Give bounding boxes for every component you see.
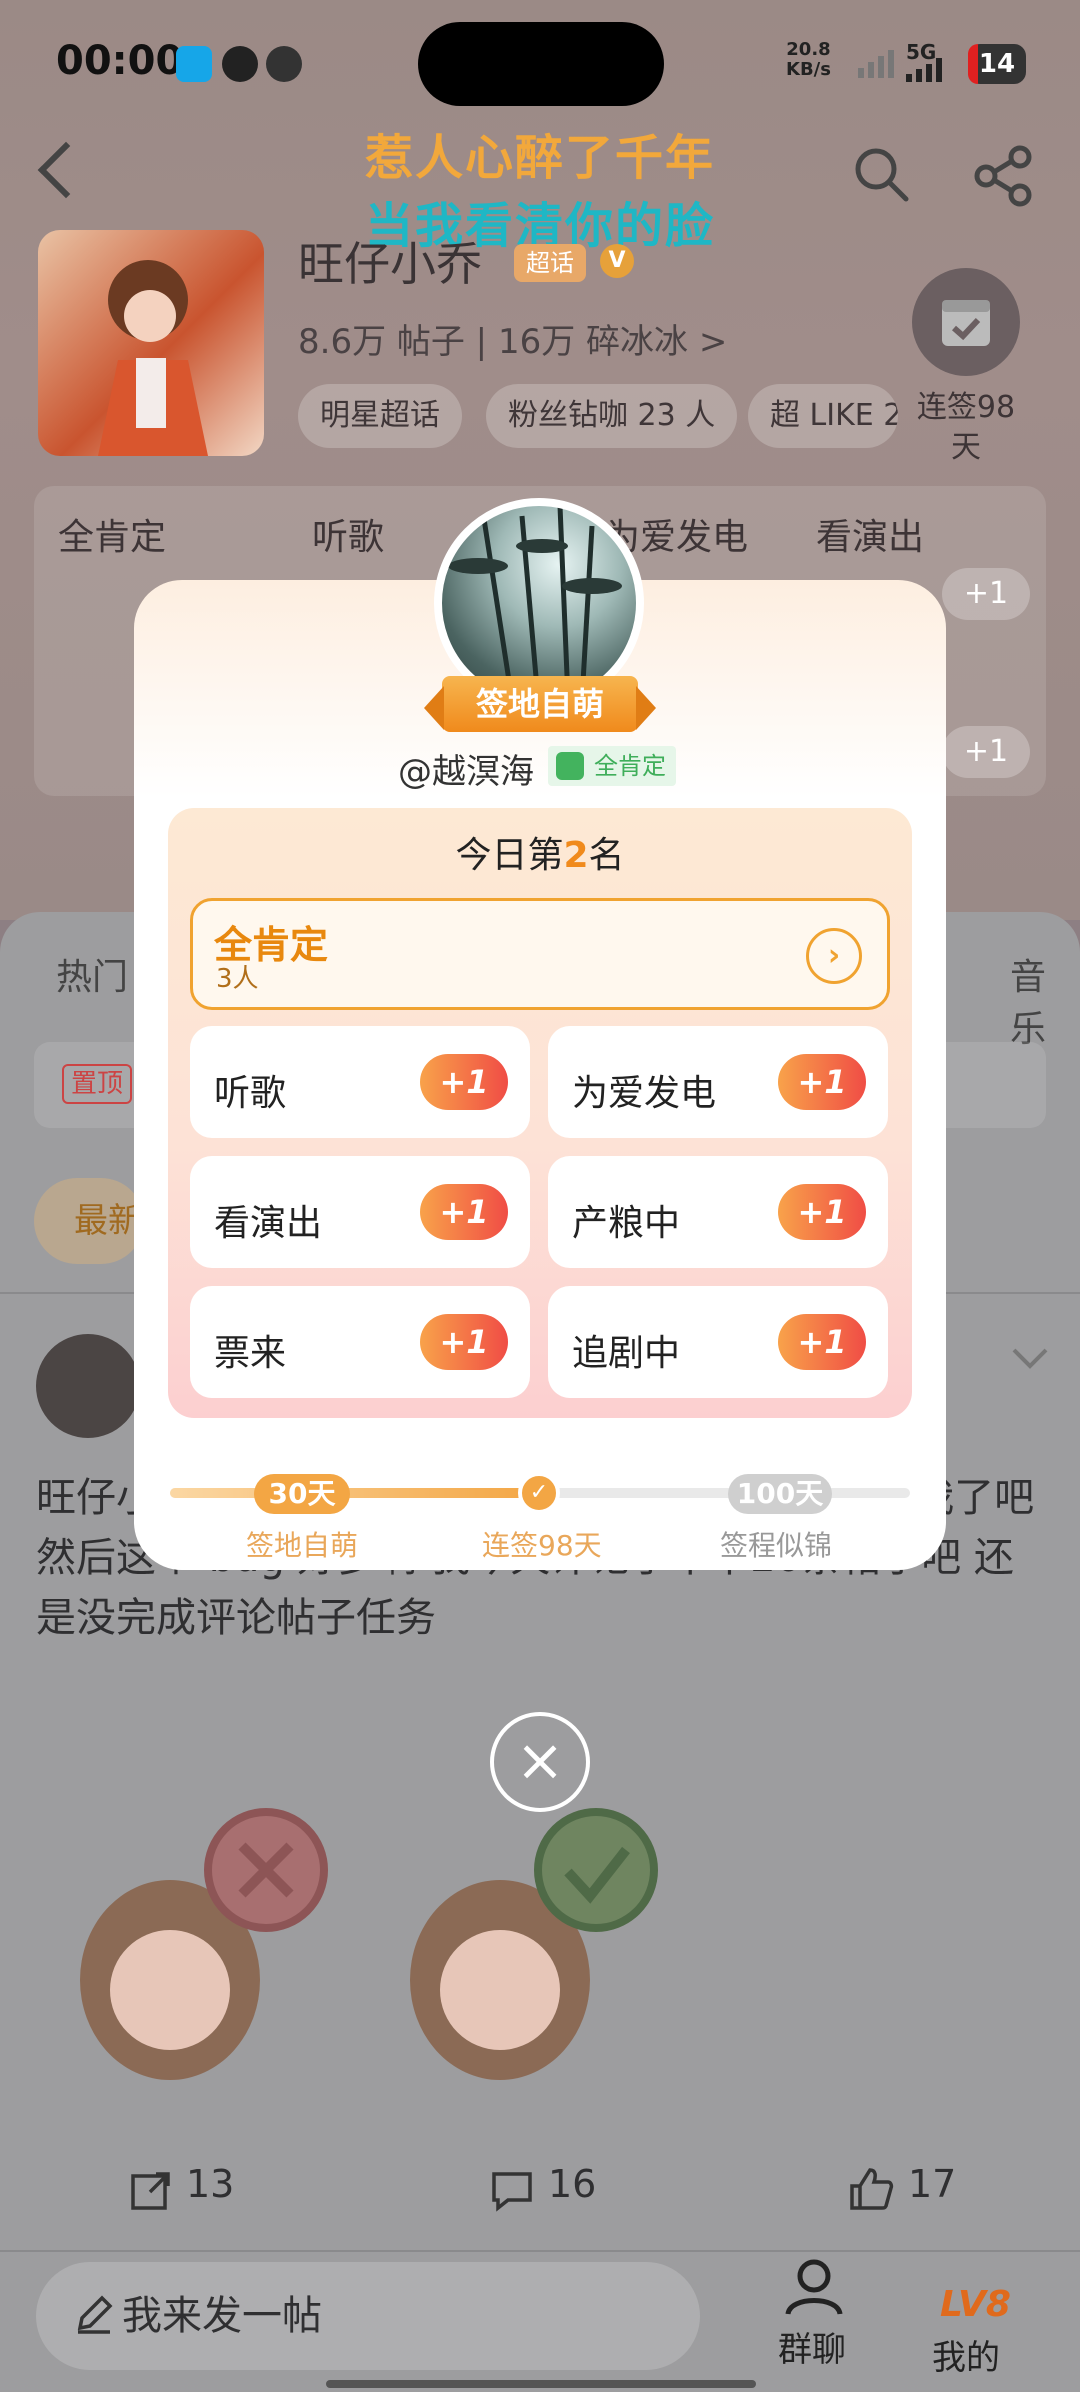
chip-star-topic[interactable]: 明星超话 [298, 384, 462, 448]
tab-hot[interactable]: 热门 [56, 948, 128, 1000]
pencil-icon [77, 2295, 113, 2334]
chevron-right-icon[interactable]: › [806, 928, 862, 984]
comment-count: 16 [548, 2162, 597, 2206]
chevron-down-icon[interactable] [1010, 1344, 1050, 1374]
plus-one-button[interactable]: +1 [420, 1054, 508, 1110]
sign-in-button[interactable] [912, 268, 1020, 376]
like-count: 17 [908, 2162, 957, 2206]
network-speed: 20.8 KB/s [786, 39, 831, 80]
post-sticker-image[interactable] [380, 1780, 680, 2120]
app-notification-icon [176, 46, 212, 82]
repost-count: 13 [186, 2162, 235, 2206]
status-time: 00:00 [56, 38, 184, 84]
lyric-line-1: 惹人心醉了千年 [364, 130, 715, 186]
tile-label: 为爱发电 [572, 1073, 717, 1114]
chip-super-like[interactable]: 超 LIKE 2 [748, 384, 898, 448]
comment-icon[interactable] [490, 2170, 534, 2212]
post-author-avatar[interactable] [36, 1334, 140, 1438]
battery-indicator: 14 [968, 44, 1026, 84]
daily-rank: 今日第2名 [455, 835, 625, 876]
current-check-icon: ✓ [518, 1472, 560, 1514]
super-topic-badge: 超话 [514, 244, 586, 282]
level-badge: LV8 [940, 2284, 1011, 2325]
verified-badge-icon: V [600, 244, 634, 278]
community-name: 旺仔小乔 [298, 237, 482, 291]
pinned-badge: 置顶 [62, 1064, 132, 1104]
milestone-30-label: 签地自萌 [246, 1529, 359, 1562]
card-title-music[interactable]: 听歌 [312, 508, 384, 560]
card-plus-button[interactable]: +1 [942, 568, 1030, 620]
mine-label[interactable]: 我的 [932, 2330, 1000, 2379]
repost-icon[interactable] [130, 2170, 172, 2212]
signal-bars-icon [906, 58, 942, 82]
streak-track-fill [170, 1488, 540, 1498]
plus-one-button[interactable]: +1 [420, 1184, 508, 1240]
post-sticker-image[interactable] [50, 1780, 350, 2120]
close-modal-button[interactable]: × [490, 1712, 590, 1812]
search-icon[interactable] [852, 145, 910, 203]
milestone-100-pill: 100天 [728, 1474, 832, 1514]
compose-post-button[interactable]: 我来发一帖 [36, 2262, 700, 2370]
group-chat-label[interactable]: 群聊 [778, 2322, 846, 2371]
group-chat-icon[interactable] [778, 2254, 850, 2318]
modal-username: @越溟海 [398, 752, 534, 792]
home-indicator [326, 2380, 756, 2388]
tile-label: 票来 [214, 1333, 287, 1374]
sort-newest-button[interactable]: 最新 [34, 1178, 144, 1264]
milestone-100-label: 签程似锦 [720, 1529, 833, 1562]
plus-one-button[interactable]: +1 [778, 1314, 866, 1370]
tile-label: 产粮中 [572, 1203, 681, 1244]
all-affirm-count: 3人 [216, 964, 259, 994]
tile-label: 追剧中 [572, 1333, 681, 1374]
plus-one-button[interactable]: +1 [778, 1184, 866, 1240]
sign-streak-label: 连签98天 [916, 390, 1016, 465]
card-plus-button[interactable]: +1 [942, 726, 1030, 778]
camera-notch [418, 22, 664, 106]
community-stats[interactable]: 8.6万 帖子 | 16万 碎冰冰 > [298, 314, 727, 363]
card-title-all[interactable]: 全肯定 [58, 508, 166, 560]
community-cover-image [38, 230, 264, 456]
weibo-icon [266, 46, 302, 82]
card-title-concert[interactable]: 看演出 [816, 508, 924, 560]
milestone-30-pill: 30天 [254, 1474, 350, 1514]
like-icon[interactable] [848, 2166, 894, 2212]
share-icon[interactable] [972, 145, 1034, 207]
tab-music[interactable]: 音乐 [1010, 948, 1080, 1052]
plus-one-button[interactable]: +1 [778, 1054, 866, 1110]
affirm-tag: 全肯定 [548, 746, 676, 786]
title-ribbon: 签地自萌 [424, 676, 656, 732]
tile-label: 听歌 [214, 1073, 287, 1114]
plus-one-button[interactable]: +1 [420, 1314, 508, 1370]
qq-icon [222, 46, 258, 82]
check-square-icon [556, 752, 584, 780]
current-streak-label: 连签98天 [482, 1529, 602, 1562]
tile-label: 看演出 [214, 1203, 323, 1244]
chip-fan-diamond[interactable]: 粉丝钻咖 23 人 [486, 384, 738, 448]
